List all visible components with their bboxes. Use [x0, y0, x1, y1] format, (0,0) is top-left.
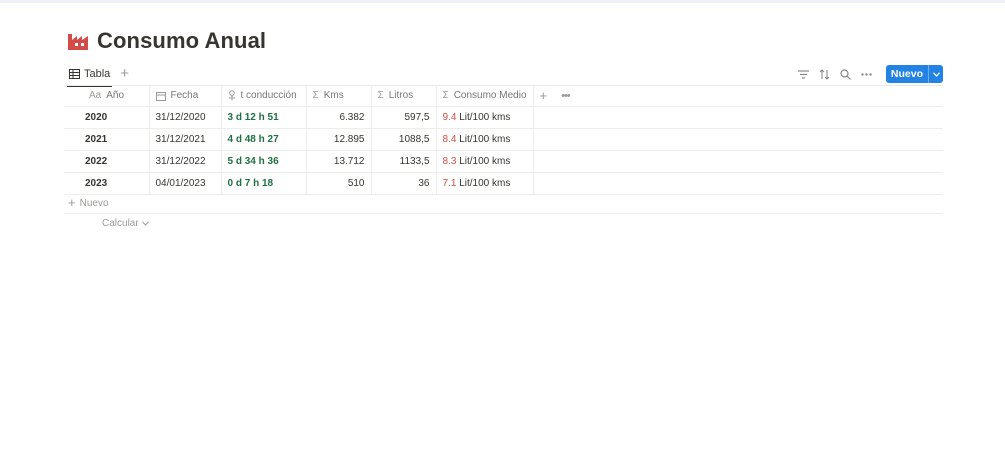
cell-empty [533, 128, 943, 151]
chevron-down-icon[interactable] [928, 65, 943, 83]
column-label: Kms [323, 90, 344, 101]
column-header-actions: + ••• [533, 85, 943, 107]
table-row[interactable]: 2022 31/12/2022 5 d 34 h 36 13.712 1133,… [64, 150, 943, 173]
cell-date[interactable]: 31/12/2022 [149, 150, 222, 173]
column-header-kms[interactable]: Σ Kms [306, 85, 372, 107]
cell-kms[interactable]: 510 [306, 172, 372, 195]
more-options-icon[interactable]: ••• [561, 90, 571, 102]
column-header-liters[interactable]: Σ Litros [371, 85, 437, 107]
top-border [0, 0, 1005, 3]
cell-date[interactable]: 31/12/2020 [149, 106, 222, 129]
table-row[interactable]: 2023 04/01/2023 0 d 7 h 18 510 36 7.1 Li… [64, 172, 943, 195]
consumption-value: 8.4 [442, 134, 457, 145]
new-row-label: Nuevo [79, 197, 109, 209]
sort-icon[interactable] [819, 68, 830, 80]
column-label: Litros [388, 90, 414, 101]
calculate-button[interactable]: Calcular [102, 218, 149, 229]
cell-liters[interactable]: 1088,5 [371, 128, 437, 151]
table-icon [69, 69, 80, 79]
column-label: Año [106, 90, 125, 101]
cell-driving-time[interactable]: 3 d 12 h 51 [221, 106, 307, 129]
new-button-label: Nuevo [890, 68, 923, 80]
cell-kms[interactable]: 12.895 [306, 128, 372, 151]
data-table: Aa Año Fecha t conducción Σ Kms Σ Litros… [64, 85, 943, 195]
column-label: Consumo Medio [453, 90, 527, 101]
new-row-button[interactable]: + Nuevo [64, 193, 943, 214]
page-title: Consumo Anual [97, 28, 267, 53]
cell-empty [533, 172, 943, 195]
consumption-unit: Lit/100 kms [459, 156, 511, 167]
cell-year[interactable]: 2023 [64, 172, 150, 195]
consumption-value: 9.4 [442, 112, 457, 123]
calculate-label: Calcular [102, 218, 139, 229]
formula-icon [228, 90, 235, 101]
cell-empty [533, 106, 943, 129]
plus-icon: + [68, 195, 76, 210]
cell-liters[interactable]: 36 [371, 172, 437, 195]
cell-year[interactable]: 2022 [64, 150, 150, 173]
toolbar-actions: Nuevo [797, 65, 943, 83]
cell-consumption[interactable]: 7.1 Lit/100 kms [436, 172, 534, 195]
more-options-icon[interactable] [861, 69, 872, 80]
cell-date[interactable]: 31/12/2021 [149, 128, 222, 151]
text-type-icon: Aa [89, 90, 102, 101]
page-header: Consumo Anual [67, 28, 266, 54]
cell-date[interactable]: 04/01/2023 [149, 172, 222, 195]
column-header-driving-time[interactable]: t conducción [221, 85, 307, 107]
table-row[interactable]: 2020 31/12/2020 3 d 12 h 51 6.382 597,5 … [64, 106, 943, 129]
factory-icon [68, 34, 88, 50]
search-icon[interactable] [840, 68, 851, 80]
add-view-button[interactable]: + [120, 66, 129, 81]
cell-empty [533, 150, 943, 173]
column-header-consumption[interactable]: Σ Consumo Medio [436, 85, 534, 107]
cell-kms[interactable]: 13.712 [306, 150, 372, 173]
sigma-icon: Σ [442, 90, 449, 101]
cell-year[interactable]: 2021 [64, 128, 150, 151]
cell-liters[interactable]: 1133,5 [371, 150, 437, 173]
calendar-icon [155, 91, 166, 101]
column-header-year[interactable]: Aa Año [64, 85, 150, 107]
cell-consumption[interactable]: 8.3 Lit/100 kms [436, 150, 534, 173]
table-header-row: Aa Año Fecha t conducción Σ Kms Σ Litros… [64, 85, 943, 107]
chevron-down-icon [141, 221, 149, 226]
consumption-value: 7.1 [442, 178, 457, 189]
cell-driving-time[interactable]: 5 d 34 h 36 [221, 150, 307, 173]
tab-tabla[interactable]: Tabla [67, 64, 113, 87]
new-button[interactable]: Nuevo [885, 65, 943, 83]
column-header-date[interactable]: Fecha [149, 85, 222, 107]
table-row[interactable]: 2021 31/12/2021 4 d 48 h 27 12.895 1088,… [64, 128, 943, 151]
cell-liters[interactable]: 597,5 [371, 106, 437, 129]
column-label: t conducción [240, 90, 297, 101]
cell-driving-time[interactable]: 0 d 7 h 18 [221, 172, 307, 195]
consumption-unit: Lit/100 kms [459, 112, 511, 123]
cell-year[interactable]: 2020 [64, 106, 150, 129]
add-column-icon[interactable]: + [540, 88, 548, 103]
cell-consumption[interactable]: 8.4 Lit/100 kms [436, 128, 534, 151]
view-toolbar: Tabla + Nuevo [67, 63, 943, 87]
consumption-value: 8.3 [442, 156, 457, 167]
tab-label: Tabla [84, 68, 111, 80]
cell-driving-time[interactable]: 4 d 48 h 27 [221, 128, 307, 151]
cell-kms[interactable]: 6.382 [306, 106, 372, 129]
sigma-icon: Σ [312, 90, 319, 101]
sigma-icon: Σ [377, 90, 384, 101]
consumption-unit: Lit/100 kms [459, 178, 511, 189]
column-label: Fecha [170, 90, 199, 101]
cell-consumption[interactable]: 9.4 Lit/100 kms [436, 106, 534, 129]
filter-icon[interactable] [797, 69, 809, 80]
consumption-unit: Lit/100 kms [459, 134, 511, 145]
